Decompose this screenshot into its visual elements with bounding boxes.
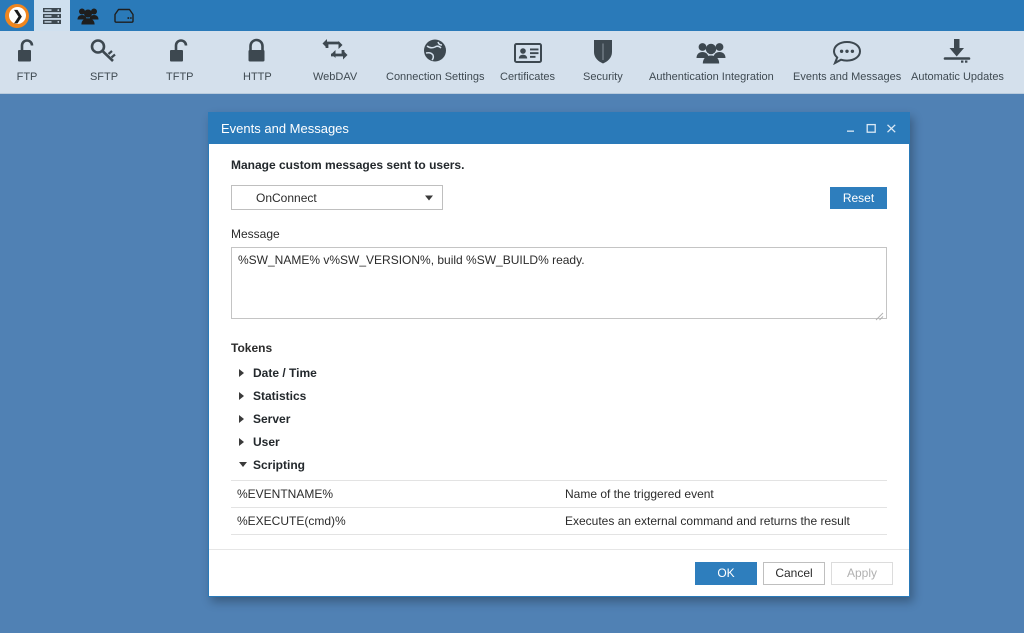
padlock-closed-icon — [244, 35, 270, 65]
tree-node-label: User — [253, 434, 280, 449]
event-select-row: OnConnect Reset — [231, 185, 887, 210]
ribbon-button-authentication-integration[interactable]: Authentication Integration — [649, 35, 774, 83]
close-icon[interactable] — [881, 118, 901, 140]
tree-node-user[interactable]: User — [231, 430, 887, 453]
ribbon-button-automatic-updates[interactable]: Automatic Updates — [911, 35, 1004, 83]
tree-node-server[interactable]: Server — [231, 407, 887, 430]
ribbon-toolbar: FTP SFTP TFTP HTTP WebDAV Connection Set… — [0, 31, 1024, 94]
ribbon-button-certificates[interactable]: Certificates — [500, 35, 555, 83]
users-group-icon — [696, 35, 726, 65]
chevron-down-icon — [239, 462, 253, 467]
nav-tab-storage[interactable] — [106, 0, 142, 31]
maximize-icon[interactable] — [861, 118, 881, 140]
padlock-open-icon — [14, 35, 40, 65]
tree-node-label: Scripting — [253, 457, 306, 472]
table-row[interactable]: %EXECUTE(cmd)% Executes an external comm… — [231, 507, 887, 534]
tree-node-scripting[interactable]: Scripting — [231, 453, 887, 476]
token-name: %EVENTNAME% — [237, 487, 334, 501]
nav-tab-users[interactable] — [70, 0, 106, 31]
ribbon-button-sftp[interactable]: SFTP — [89, 35, 119, 83]
ribbon-label-security: Security — [583, 71, 623, 83]
ribbon-label-http: HTTP — [243, 71, 272, 83]
token-list: %EVENTNAME% Name of the triggered event … — [231, 480, 887, 535]
logo-chevron-glyph: ❯ — [12, 8, 24, 23]
speech-bubble-icon — [832, 35, 862, 65]
top-navigation-bar: ❯ — [0, 0, 1024, 31]
minimize-icon[interactable] — [841, 118, 861, 140]
ribbon-label-tftp: TFTP — [166, 71, 194, 83]
tree-node-date-time[interactable]: Date / Time — [231, 361, 887, 384]
ribbon-button-http[interactable]: HTTP — [243, 35, 272, 83]
events-and-messages-dialog: Events and Messages Manage custom messag… — [208, 112, 910, 597]
nav-tab-servers[interactable] — [34, 0, 70, 31]
table-row[interactable]: %EVENTNAME% Name of the triggered event — [231, 480, 887, 507]
tokens-label: Tokens — [231, 341, 273, 355]
users-group-icon — [77, 7, 99, 25]
transfer-arrows-icon — [321, 35, 349, 65]
tokens-tree: Date / Time Statistics Server User Scrip… — [231, 361, 887, 476]
chevron-right-icon — [239, 437, 253, 446]
chevron-right-icon — [239, 391, 253, 400]
server-rack-icon — [42, 7, 62, 25]
ribbon-button-security[interactable]: Security — [583, 35, 623, 83]
apply-button[interactable]: Apply — [831, 561, 893, 585]
tree-node-statistics[interactable]: Statistics — [231, 384, 887, 407]
cancel-button[interactable]: Cancel — [763, 561, 825, 585]
reset-button[interactable]: Reset — [830, 186, 887, 209]
ribbon-button-tftp[interactable]: TFTP — [166, 35, 194, 83]
tree-node-label: Statistics — [253, 388, 307, 403]
ribbon-label-authentication-integration: Authentication Integration — [649, 71, 774, 83]
token-description: Name of the triggered event — [565, 487, 714, 501]
ribbon-button-connection-settings[interactable]: Connection Settings — [386, 35, 484, 83]
ok-button[interactable]: OK — [695, 561, 757, 585]
token-description: Executes an external command and returns… — [565, 514, 850, 528]
globe-icon — [422, 35, 448, 65]
dialog-body: Manage custom messages sent to users. On… — [209, 144, 909, 558]
ribbon-label-ftp: FTP — [16, 71, 38, 83]
ribbon-label-webdav: WebDAV — [313, 71, 358, 83]
chevron-down-icon — [425, 195, 433, 200]
app-root: ❯ FTP SFTP TFTP HTTP WebDAV Connection S… — [0, 0, 1024, 633]
ribbon-label-sftp: SFTP — [89, 71, 119, 83]
shield-icon — [592, 35, 614, 65]
ribbon-button-webdav[interactable]: WebDAV — [313, 35, 357, 83]
play-circle-logo-icon: ❯ — [5, 3, 29, 28]
key-icon — [89, 35, 119, 65]
dialog-title: Events and Messages — [221, 121, 349, 136]
ribbon-button-events-and-messages[interactable]: Events and Messages — [793, 35, 901, 83]
chevron-right-icon — [239, 368, 253, 377]
ribbon-label-events-and-messages: Events and Messages — [793, 71, 902, 83]
ribbon-label-certificates: Certificates — [500, 71, 556, 83]
download-tray-icon — [943, 35, 971, 65]
dialog-title-bar[interactable]: Events and Messages — [209, 113, 909, 144]
message-input[interactable] — [231, 247, 887, 319]
id-card-icon — [513, 35, 542, 65]
storage-drive-icon — [113, 8, 135, 24]
tree-node-label: Date / Time — [253, 365, 317, 380]
chevron-right-icon — [239, 414, 253, 423]
dialog-footer: OK Cancel Apply — [209, 549, 909, 596]
ribbon-label-automatic-updates: Automatic Updates — [911, 71, 1004, 83]
dialog-header-text: Manage custom messages sent to users. — [231, 158, 465, 172]
event-type-select[interactable]: OnConnect — [231, 185, 443, 210]
tree-node-label: Server — [253, 411, 291, 426]
message-label: Message — [231, 227, 280, 241]
event-type-select-value: OnConnect — [256, 190, 317, 205]
ribbon-label-connection-settings: Connection Settings — [386, 71, 485, 83]
ribbon-button-ftp[interactable]: FTP — [14, 35, 40, 83]
padlock-open-icon — [167, 35, 193, 65]
token-name: %EXECUTE(cmd)% — [237, 514, 346, 528]
app-logo: ❯ — [0, 0, 34, 31]
